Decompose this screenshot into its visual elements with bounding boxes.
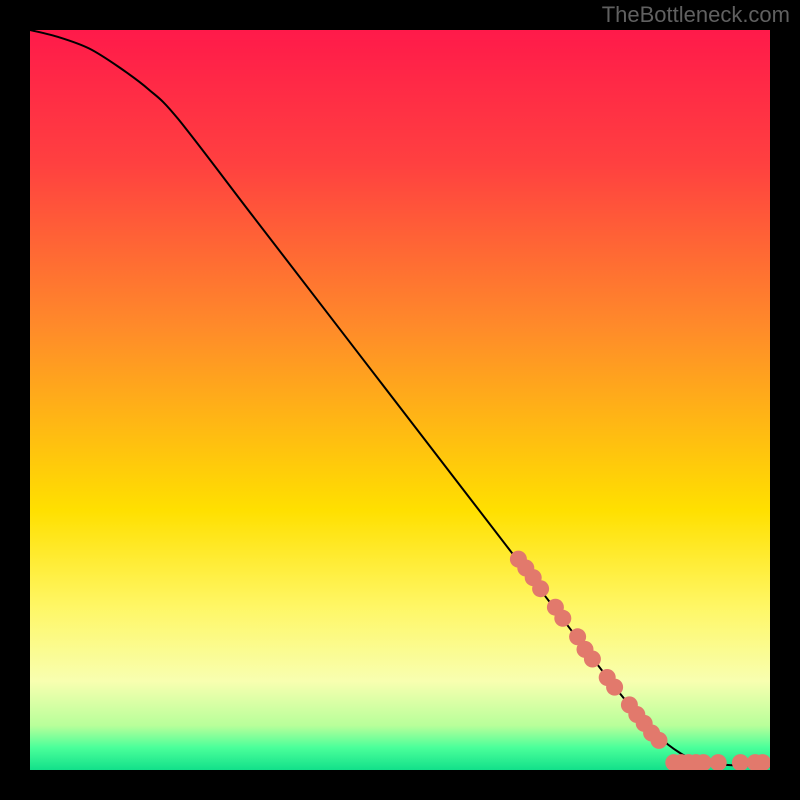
marker-point <box>554 610 571 627</box>
bottleneck-curve <box>30 30 770 766</box>
marker-point <box>651 732 668 749</box>
plot-inner <box>30 30 770 770</box>
chart-stage: TheBottleneck.com <box>0 0 800 800</box>
marker-point <box>732 754 749 770</box>
marker-point <box>710 754 727 770</box>
markers-group <box>510 551 770 770</box>
marker-point <box>532 580 549 597</box>
watermark-text: TheBottleneck.com <box>602 2 790 28</box>
marker-point <box>606 679 623 696</box>
plot-area <box>30 30 770 770</box>
chart-svg <box>30 30 770 770</box>
marker-point <box>584 651 601 668</box>
